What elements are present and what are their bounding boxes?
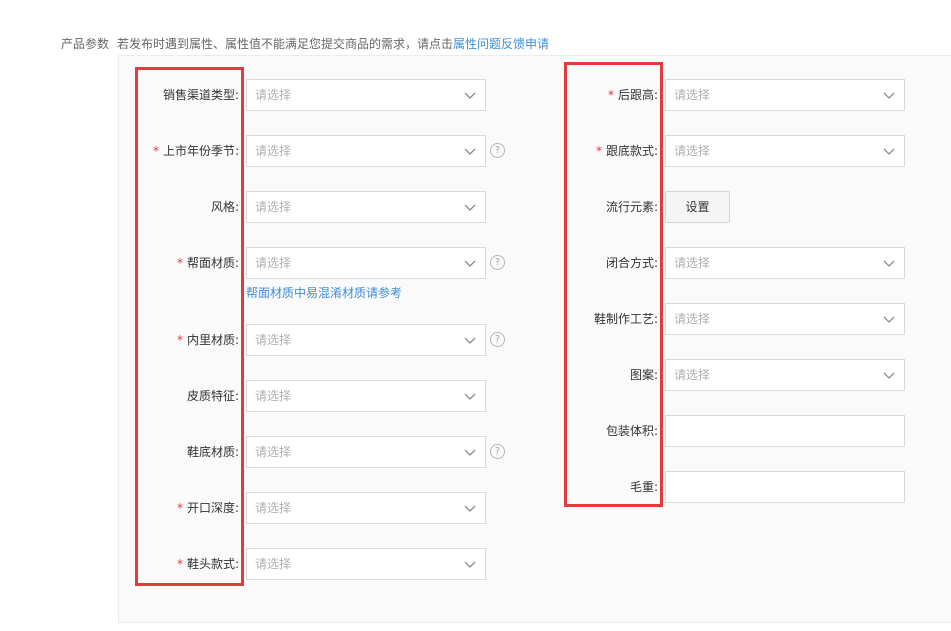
field-label-text: 鞋制作工艺: xyxy=(593,312,658,326)
form-row: 流行元素: 设置 xyxy=(0,191,951,223)
required-asterisk: * xyxy=(176,501,183,515)
field-label-text: 鞋头款式: xyxy=(186,557,239,571)
form-row: 包装体积: xyxy=(0,415,951,447)
chevron-down-icon xyxy=(883,92,895,99)
field-label-text: 开口深度: xyxy=(186,501,239,515)
chevron-down-icon xyxy=(464,393,476,400)
chevron-down-icon xyxy=(883,372,895,379)
form-row: 毛重: xyxy=(0,471,951,503)
chevron-down-icon xyxy=(464,449,476,456)
select-placeholder: 请选择 xyxy=(255,557,292,571)
form-row: 图案: 请选择 xyxy=(0,359,951,391)
required-asterisk: * xyxy=(607,88,614,102)
field-label: 图案: xyxy=(548,359,658,391)
field-label-text: 内里材质: xyxy=(186,333,239,347)
attribute-text-input[interactable] xyxy=(665,415,905,447)
attribute-text-input[interactable] xyxy=(665,471,905,503)
field-label-text: 闭合方式: xyxy=(605,256,658,270)
attribute-select[interactable]: 请选择 xyxy=(665,303,905,335)
attribute-select[interactable]: 请选择 xyxy=(665,359,905,391)
select-placeholder: 请选择 xyxy=(674,144,711,158)
attribute-select[interactable]: 请选择 xyxy=(665,247,905,279)
attribute-select[interactable]: 请选择 xyxy=(246,548,486,580)
field-label-text: 图案: xyxy=(629,368,658,382)
material-reference-hint-link[interactable]: 帮面材质中易混淆材质请参考 xyxy=(246,284,402,301)
required-asterisk: * xyxy=(176,557,183,571)
attribute-feedback-link[interactable]: 属性问题反馈申请 xyxy=(453,37,549,51)
field-label-text: 鞋底材质: xyxy=(186,445,239,459)
chevron-down-icon xyxy=(883,148,895,155)
field-label: * 跟底款式: xyxy=(548,135,658,167)
field-label-text: 皮质特征: xyxy=(186,389,239,403)
field-label: 闭合方式: xyxy=(548,247,658,279)
field-label: 鞋制作工艺: xyxy=(548,303,658,335)
trend-elements-settings-button[interactable]: 设置 xyxy=(665,191,730,223)
field-label: 毛重: xyxy=(548,471,658,503)
chevron-down-icon xyxy=(883,316,895,323)
field-label: 包装体积: xyxy=(548,415,658,447)
field-label-text: 毛重: xyxy=(629,480,658,494)
chevron-down-icon xyxy=(464,561,476,568)
section-label: 产品参数 xyxy=(61,37,110,51)
description-text: 若发布时遇到属性、属性值不能满足您提交商品的需求，请点击 xyxy=(117,37,454,51)
chevron-down-icon xyxy=(883,260,895,267)
select-placeholder: 请选择 xyxy=(674,312,711,326)
form-row: * 跟底款式: 请选择 xyxy=(0,135,951,167)
attribute-select[interactable]: 请选择 xyxy=(665,135,905,167)
form-row: 闭合方式: 请选择 xyxy=(0,247,951,279)
chevron-down-icon xyxy=(464,505,476,512)
field-label-text: 流行元素: xyxy=(605,200,658,214)
form-row: * 鞋头款式: 请选择 xyxy=(0,548,520,580)
required-asterisk: * xyxy=(595,144,602,158)
field-label-text: 跟底款式: xyxy=(605,144,658,158)
field-label: * 后跟高: xyxy=(548,79,658,111)
select-placeholder: 请选择 xyxy=(674,88,711,102)
field-label: * 鞋头款式: xyxy=(119,548,239,580)
attribute-select[interactable]: 请选择 xyxy=(665,79,905,111)
chevron-down-icon xyxy=(464,337,476,344)
select-placeholder: 请选择 xyxy=(674,368,711,382)
form-row: 鞋制作工艺: 请选择 xyxy=(0,303,951,335)
field-label-text: 包装体积: xyxy=(605,424,658,438)
section-description: 若发布时遇到属性、属性值不能满足您提交商品的需求，请点击属性问题反馈申请 xyxy=(117,35,549,52)
field-label-text: 后跟高: xyxy=(617,88,658,102)
required-asterisk: * xyxy=(176,333,183,347)
field-label: 流行元素: xyxy=(548,191,658,223)
form-row: * 后跟高: 请选择 xyxy=(0,79,951,111)
select-placeholder: 请选择 xyxy=(674,256,711,270)
